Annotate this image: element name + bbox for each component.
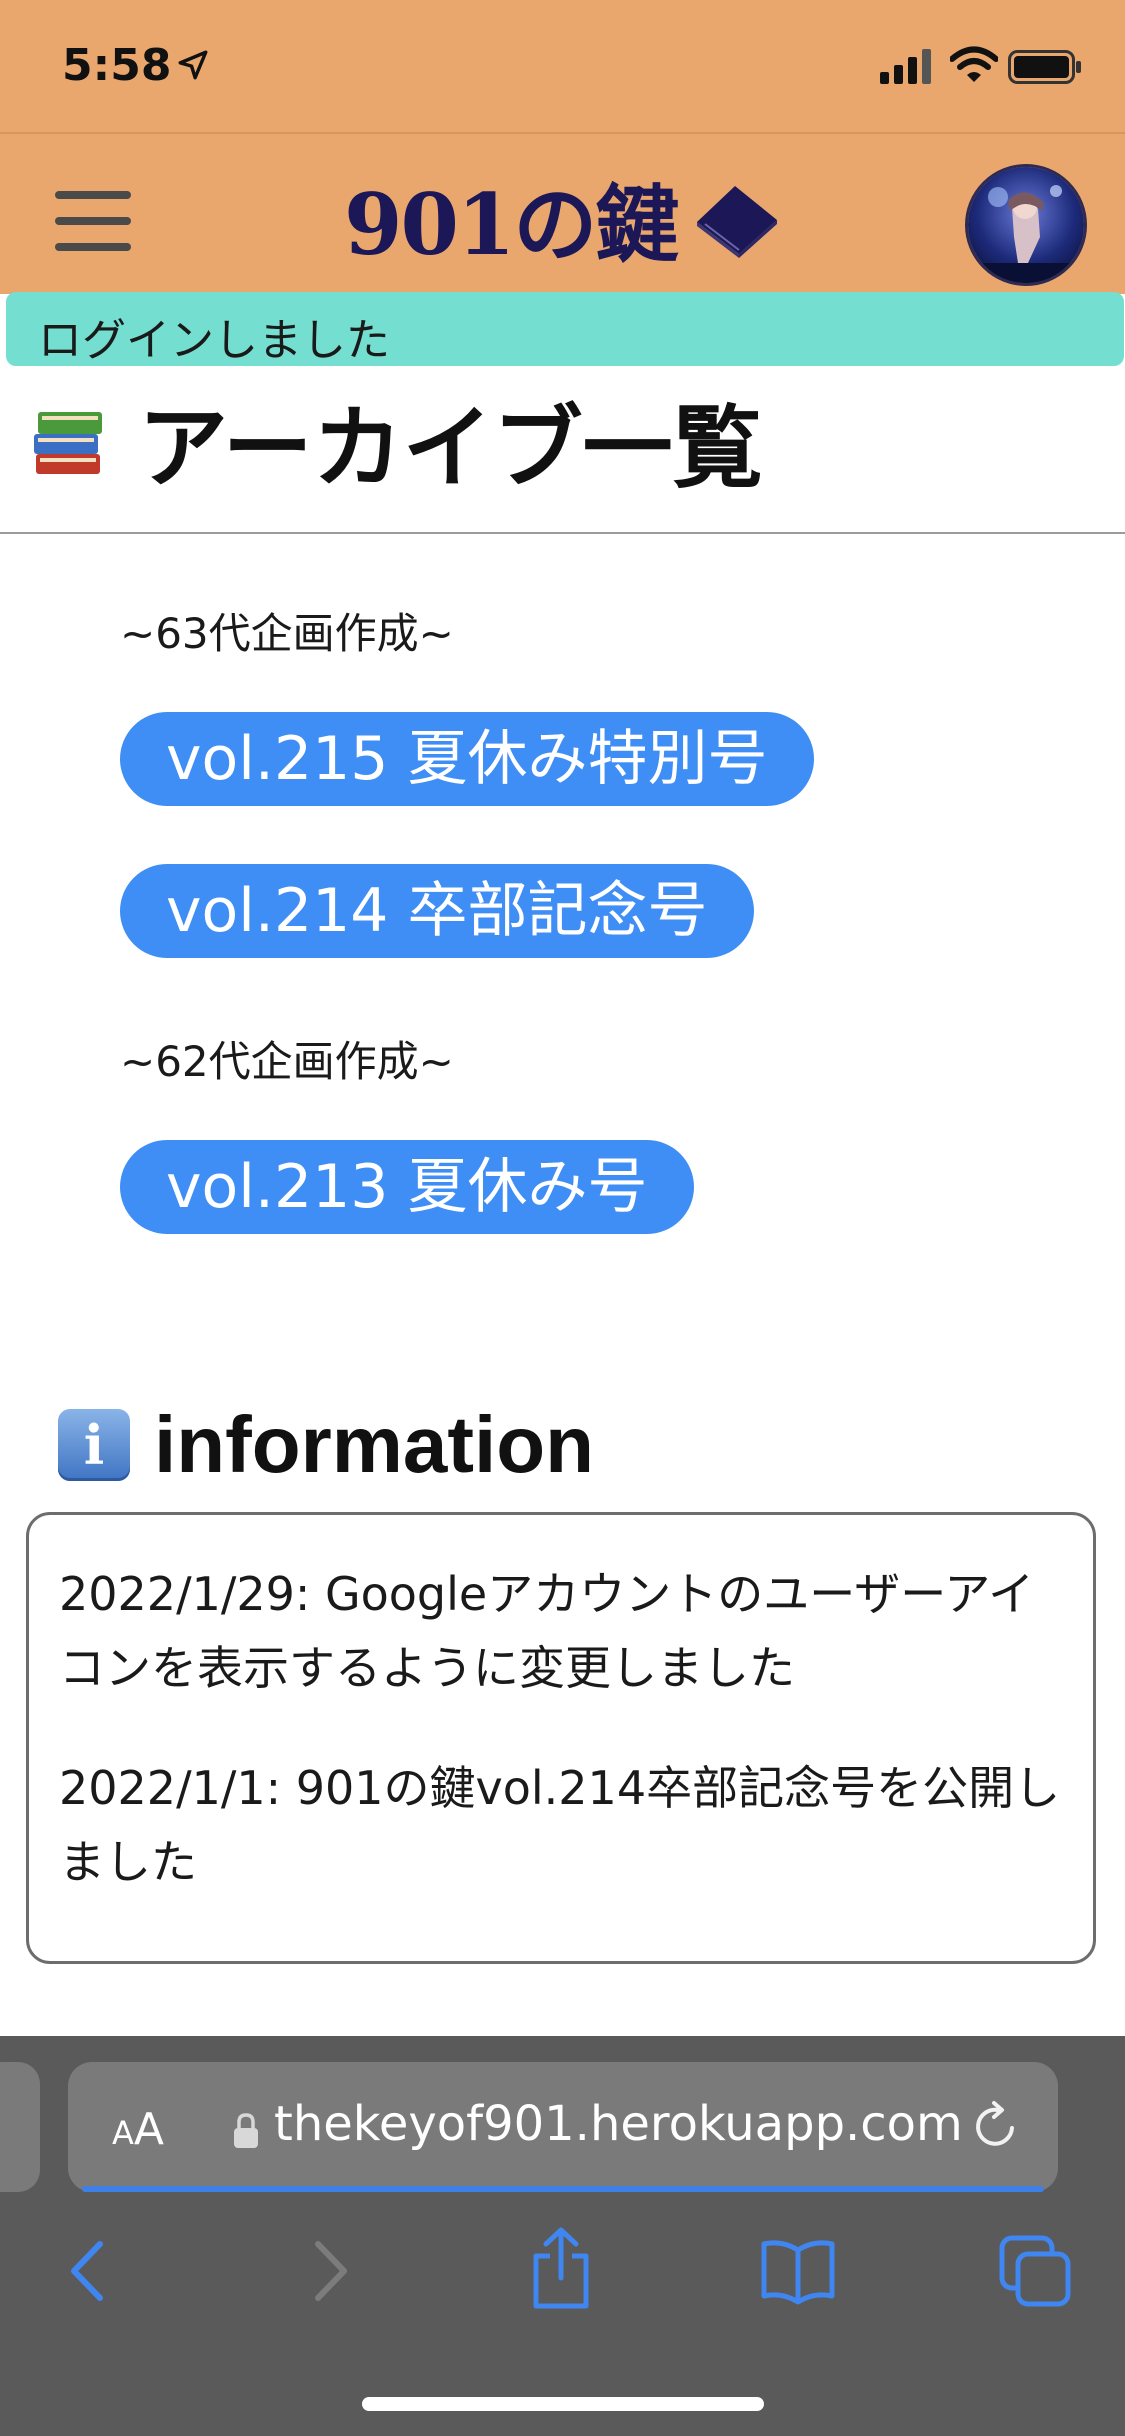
archive-link-vol214[interactable]: vol.214 卒部記念号	[120, 864, 754, 958]
site-logo[interactable]: 901の鍵	[344, 170, 781, 274]
archive-link-vol215[interactable]: vol.215 夏休み特別号	[120, 712, 814, 806]
flash-text: ログインしました	[38, 315, 390, 366]
book-icon	[697, 186, 778, 258]
user-avatar[interactable]	[965, 164, 1087, 286]
information-icon: i	[58, 1409, 130, 1481]
information-entry: 2022/1/1: 901の鍵vol.214卒部記念号を公開しました	[59, 1761, 1061, 1889]
books-icon	[34, 412, 102, 474]
battery-icon	[1008, 50, 1081, 84]
lock-icon	[234, 2113, 258, 2148]
information-title: information	[154, 1400, 594, 1489]
cellular-signal-icon	[880, 49, 931, 84]
site-header: 901の鍵	[0, 132, 1125, 294]
previous-tab-preview[interactable]	[0, 2062, 40, 2192]
group-label: ~62代企画作成~	[120, 1037, 454, 1086]
address-bar[interactable]: AA thekeyof901.herokuapp.com	[68, 2062, 1058, 2192]
archive-heading: アーカイブ一覧	[32, 385, 763, 501]
information-heading: i information	[58, 1390, 594, 1500]
bookmarks-icon[interactable]	[760, 2236, 836, 2306]
avatar-image	[968, 167, 1084, 283]
home-indicator[interactable]	[362, 2397, 764, 2411]
flash-message: ログインしました	[6, 292, 1124, 366]
logo-text: 901の鍵	[344, 174, 679, 274]
share-icon[interactable]	[528, 2226, 594, 2310]
divider	[0, 532, 1125, 534]
archive-link-vol213[interactable]: vol.213 夏休み号	[120, 1140, 694, 1234]
group-label: ~63代企画作成~	[120, 609, 454, 658]
back-chevron-icon[interactable]	[62, 2236, 112, 2306]
loading-progress	[82, 2186, 1044, 2192]
wifi-icon	[950, 46, 998, 82]
forward-chevron-icon[interactable]	[306, 2236, 356, 2306]
reader-text-size-button[interactable]: AA	[112, 2104, 164, 2155]
hamburger-menu-icon[interactable]	[55, 191, 131, 251]
information-entry: 2022/1/29: Googleアカウントのユーザーアイコンを表示するように変…	[59, 1567, 1035, 1695]
reload-icon[interactable]	[968, 2098, 1024, 2154]
page-title: アーカイブ一覧	[138, 396, 763, 501]
location-arrow-icon	[178, 50, 208, 80]
url-text: thekeyof901.herokuapp.com	[274, 2096, 963, 2152]
browser-toolbar: AA thekeyof901.herokuapp.com	[0, 2036, 1125, 2436]
tabs-icon[interactable]	[998, 2234, 1072, 2308]
status-time: 5:58	[62, 40, 172, 91]
information-box: 2022/1/29: Googleアカウントのユーザーアイコンを表示するように変…	[26, 1512, 1096, 1964]
status-bar: 5:58	[0, 0, 1125, 132]
